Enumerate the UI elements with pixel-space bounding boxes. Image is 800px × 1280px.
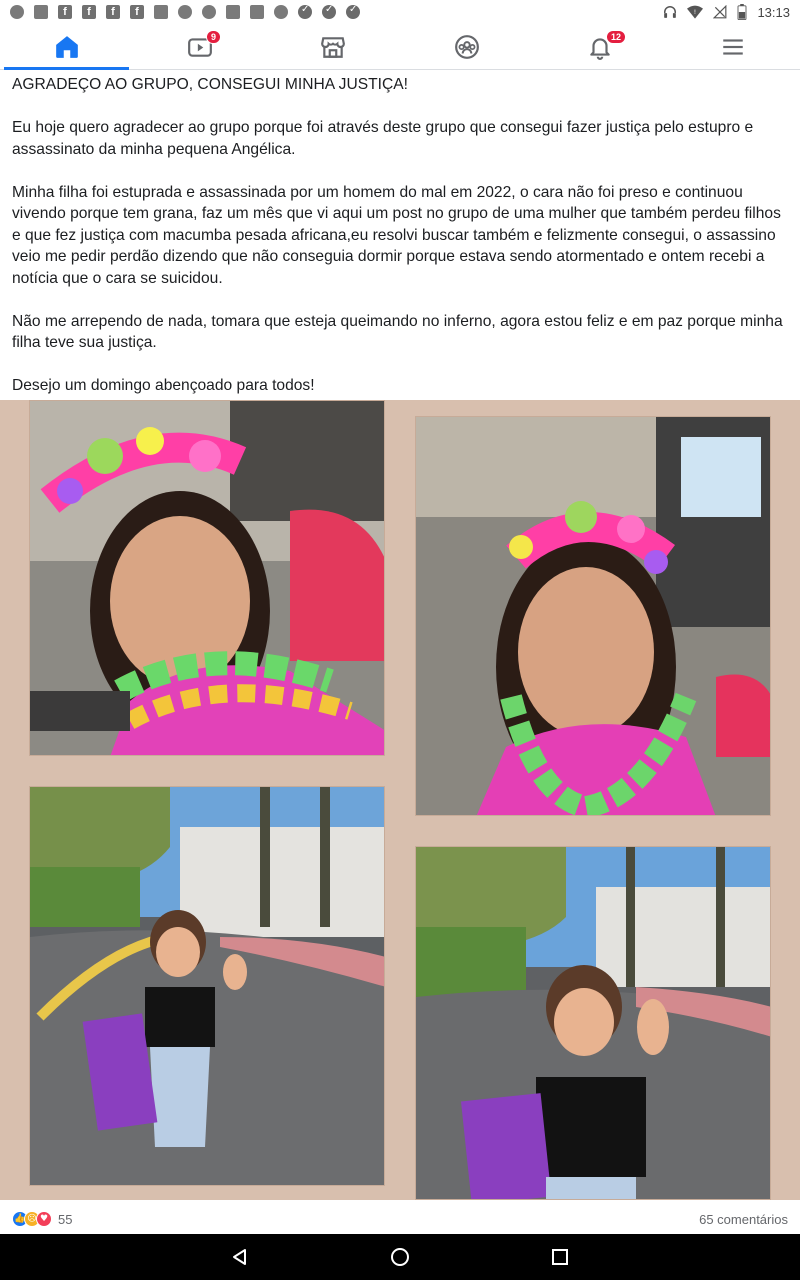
comments-count[interactable]: 65 comentários <box>699 1212 788 1227</box>
home-circle-icon[interactable] <box>390 1247 410 1267</box>
photo-toddler-street-2[interactable] <box>415 846 771 1200</box>
whatsapp-icon <box>202 5 216 19</box>
tab-groups[interactable] <box>400 24 533 69</box>
circle-icon <box>178 5 192 19</box>
facebook-icon: f <box>58 5 72 19</box>
tab-notifications[interactable]: 12 <box>533 24 666 69</box>
clock: 13:13 <box>757 4 790 20</box>
check-icon <box>346 4 360 19</box>
no-signal-icon <box>713 5 727 19</box>
post-paragraph: Desejo um domingo abençoado para todos! <box>12 377 315 394</box>
home-icon <box>55 35 78 58</box>
photo-girl-flower-crown-2[interactable] <box>415 416 771 816</box>
facebook-icon: f <box>130 5 144 19</box>
reaction-summary[interactable]: 👍 ☹ ♥ 55 <box>12 1211 72 1227</box>
reactions-bar: 👍 ☹ ♥ 55 65 comentários <box>0 1204 800 1234</box>
post-paragraph: Não me arrependo de nada, tomara que est… <box>12 312 783 352</box>
image-icon <box>250 5 264 19</box>
system-nav-bar <box>0 1234 800 1280</box>
facebook-icon: f <box>106 5 120 19</box>
status-right-icons: ! 13:13 <box>663 4 790 20</box>
reaction-count: 55 <box>58 1211 73 1227</box>
whatsapp-business-icon <box>10 5 24 19</box>
notifications-badge: 12 <box>605 30 626 44</box>
facebook-icon: f <box>82 5 96 19</box>
check-icon <box>298 4 312 19</box>
back-icon[interactable] <box>230 1247 250 1267</box>
headphones-icon <box>664 6 677 18</box>
tab-menu[interactable] <box>667 24 800 69</box>
wifi-icon: ! <box>687 5 704 19</box>
watch-badge: 9 <box>205 30 221 44</box>
instagram-icon <box>226 5 240 19</box>
instagram-icon <box>154 5 168 19</box>
status-left-icons: f f f f <box>10 4 360 19</box>
tab-watch[interactable]: 9 <box>133 24 266 69</box>
notification-icon <box>34 5 48 19</box>
svg-text:!: ! <box>694 9 696 16</box>
photo-girl-flower-crown-1[interactable] <box>29 400 385 756</box>
post-headline: AGRADEÇO AO GRUPO, CONSEGUI MINHA JUSTIÇ… <box>12 76 408 93</box>
status-bar: f f f f ! 13:13 <box>0 0 800 24</box>
groups-icon <box>454 34 479 59</box>
check-icon <box>322 4 336 19</box>
tab-home[interactable] <box>0 24 133 70</box>
photo-collage[interactable] <box>0 400 800 1200</box>
whatsapp-business-icon <box>274 5 288 19</box>
tab-marketplace[interactable] <box>267 24 400 69</box>
battery-icon <box>738 4 747 20</box>
love-reaction-icon: ♥ <box>36 1211 52 1227</box>
post-paragraph: Minha filha foi estuprada e assassinada … <box>12 183 781 287</box>
photo-toddler-street-1[interactable] <box>29 786 385 1186</box>
top-nav-bar: 9 12 <box>0 24 800 70</box>
recents-icon[interactable] <box>550 1247 570 1267</box>
post-paragraph: Eu hoje quero agradecer ao grupo porque … <box>12 119 754 158</box>
store-icon <box>321 36 346 58</box>
post-body: AGRADEÇO AO GRUPO, CONSEGUI MINHA JUSTIÇ… <box>12 74 788 418</box>
menu-icon <box>723 38 744 55</box>
